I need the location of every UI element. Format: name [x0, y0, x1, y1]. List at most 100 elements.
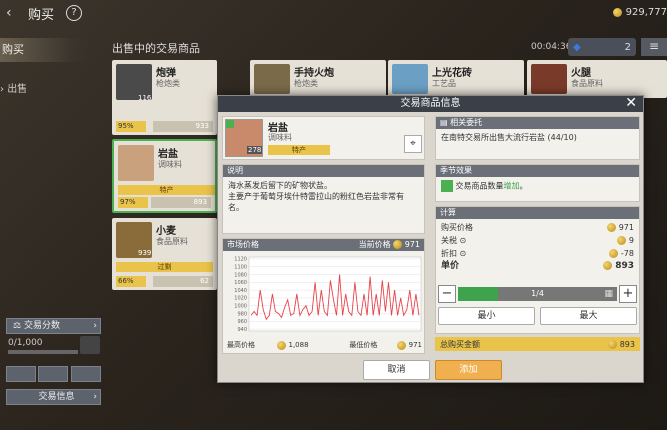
item-qty: 278	[247, 146, 263, 154]
calc-row-buy-price: 购买价格 971	[436, 221, 639, 234]
season-text-row: 交易商品数量增加。	[436, 177, 639, 195]
shield-icon: ◆	[573, 41, 581, 53]
ship-icon[interactable]	[6, 366, 36, 382]
card-price: 62	[153, 276, 213, 287]
calc-value-wrap: 971	[607, 222, 634, 233]
quantity-slider[interactable]: 1/4 ▦	[458, 287, 617, 301]
card-pct: 97%	[118, 197, 148, 208]
calc-header: 计算	[436, 207, 639, 219]
calc-value: -78	[620, 249, 634, 258]
back-arrow-icon[interactable]: ‹	[6, 6, 20, 20]
calc-label: 单价	[441, 261, 460, 271]
trade-info-label: 交易信息	[38, 392, 75, 402]
page-title: 购买	[28, 7, 55, 23]
calc-label-wrap: 关税 ⊙	[441, 235, 466, 246]
chart-y-tick-label: 1000	[234, 303, 247, 309]
current-price-value: 971	[404, 240, 420, 249]
chevron-right-icon: ›	[93, 321, 97, 331]
description-header: 说明	[223, 165, 424, 177]
card-category: 调味料	[158, 160, 182, 169]
item-category: 调味料	[268, 133, 292, 142]
menu-icon[interactable]: ≡	[641, 38, 667, 56]
card-category: 工艺品	[432, 79, 456, 88]
quest-title: 相关委托	[450, 118, 483, 127]
plus-button[interactable]: +	[619, 285, 637, 303]
card-name: 小麦	[156, 226, 176, 237]
card-pct: 66%	[116, 276, 146, 287]
season-header: 季节效果	[436, 165, 639, 177]
min-button[interactable]: 最小	[438, 307, 535, 325]
season-icon	[441, 180, 453, 192]
calc-row-tax: 关税 ⊙ 9	[436, 234, 639, 247]
quantity-stepper: − 1/4 ▦ +	[438, 285, 637, 303]
quest-text: 在南特交易所出售大流行岩盐 (44/10)	[441, 133, 577, 142]
calc-value: 9	[628, 236, 634, 245]
market-price-header: 市场价格 当前价格 971	[223, 239, 424, 251]
sidebar-item-sell[interactable]: › 出售	[0, 80, 27, 95]
anchor-icon[interactable]	[71, 366, 101, 382]
help-icon[interactable]: ?	[66, 5, 83, 21]
product-card-selected[interactable]: 岩盐 调味料 特产 97% 893	[112, 139, 217, 213]
trade-score-value: 0/1,000	[8, 338, 43, 348]
product-card[interactable]: 小麦 食品原料 939 过剩 66% 62	[112, 218, 217, 290]
chart-y-tick-label: 960	[237, 319, 247, 325]
quest-icon: ▤	[440, 118, 451, 127]
trade-score-button[interactable]: ⚖ 交易分数 ›	[6, 318, 101, 334]
close-icon[interactable]: ✕	[625, 95, 637, 111]
calc-value: 971	[618, 223, 634, 232]
calc-value-wrap: -78	[609, 248, 634, 259]
trade-info-button[interactable]: 交易信息 ›	[6, 389, 101, 405]
card-price: 893	[151, 197, 211, 208]
section-title: 出售中的交易商品	[112, 42, 200, 55]
card-category: 食品原料	[571, 79, 603, 88]
tile-icon	[392, 64, 428, 94]
chart-y-tick-label: 940	[237, 327, 247, 333]
card-price: 933	[153, 121, 213, 132]
magnifier-icon[interactable]: ⊙	[460, 249, 467, 258]
gold-amount: 929,777	[625, 7, 667, 18]
handshake-icon[interactable]	[38, 366, 68, 382]
product-card[interactable]: 上光花砖 工艺品	[388, 60, 524, 98]
coin-icon	[277, 340, 287, 350]
coin-icon	[612, 8, 622, 17]
max-price-label: 最高价格	[227, 341, 255, 349]
magnifier-icon[interactable]: ⊙	[460, 236, 467, 245]
chart-y-tick-label: 1040	[234, 288, 247, 294]
sidebar-item-sell-label: 出售	[7, 84, 28, 95]
description-text: 海水蒸发后留下的矿物状盐。 主要产于葡萄牙埃什特雷拉山的粉红色岩盐非常有名。	[228, 181, 404, 212]
card-category: 枪炮类	[294, 79, 318, 88]
card-tag: 特产	[118, 185, 215, 195]
product-card[interactable]: 火腿 食品原料	[527, 60, 667, 98]
dialog-title: 交易商品信息	[400, 98, 461, 109]
sidebar-item-buy[interactable]: 购买	[0, 38, 90, 62]
card-name: 上光花砖	[432, 68, 472, 79]
item-panel: 278 岩盐 调味料 特产 ⌖	[222, 116, 425, 160]
item-tag: 特产	[268, 145, 330, 155]
quest-panel: ▤ 相关委托 在南特交易所出售大流行岩盐 (44/10)	[435, 116, 640, 160]
product-card[interactable]: 手持火炮 枪炮类	[250, 60, 386, 98]
ham-icon	[531, 64, 567, 94]
total-price-value: 893	[619, 339, 635, 349]
minus-button[interactable]: −	[438, 285, 456, 303]
coin-icon	[617, 236, 627, 245]
cancel-button[interactable]: 取消	[363, 360, 430, 380]
coin-icon	[603, 261, 613, 270]
card-name: 炮弹	[156, 68, 176, 79]
season-panel: 季节效果 交易商品数量增加。	[435, 164, 640, 202]
max-button[interactable]: 最大	[540, 307, 637, 325]
card-tag: 过剩	[116, 262, 213, 272]
chart-y-tick-label: 1100	[234, 265, 247, 271]
add-button[interactable]: 添加	[435, 360, 502, 380]
card-category: 食品原料	[156, 237, 188, 246]
card-qty: 939	[138, 249, 152, 257]
location-pin-icon[interactable]: ⌖	[404, 135, 422, 153]
calculator-icon[interactable]: ▦	[604, 287, 613, 301]
scale-icon: ⚖	[13, 321, 24, 331]
quest-header: ▤ 相关委托	[436, 117, 639, 129]
chest-icon	[80, 336, 100, 354]
filter-count-box[interactable]: ◆ 2	[568, 38, 636, 56]
product-card[interactable]: 炮弹 枪炮类 116 95% 933	[112, 60, 217, 135]
coin-icon	[607, 223, 617, 232]
total-price-value-wrap: 893	[608, 339, 635, 349]
chart-y-tick-label: 1120	[234, 257, 247, 263]
